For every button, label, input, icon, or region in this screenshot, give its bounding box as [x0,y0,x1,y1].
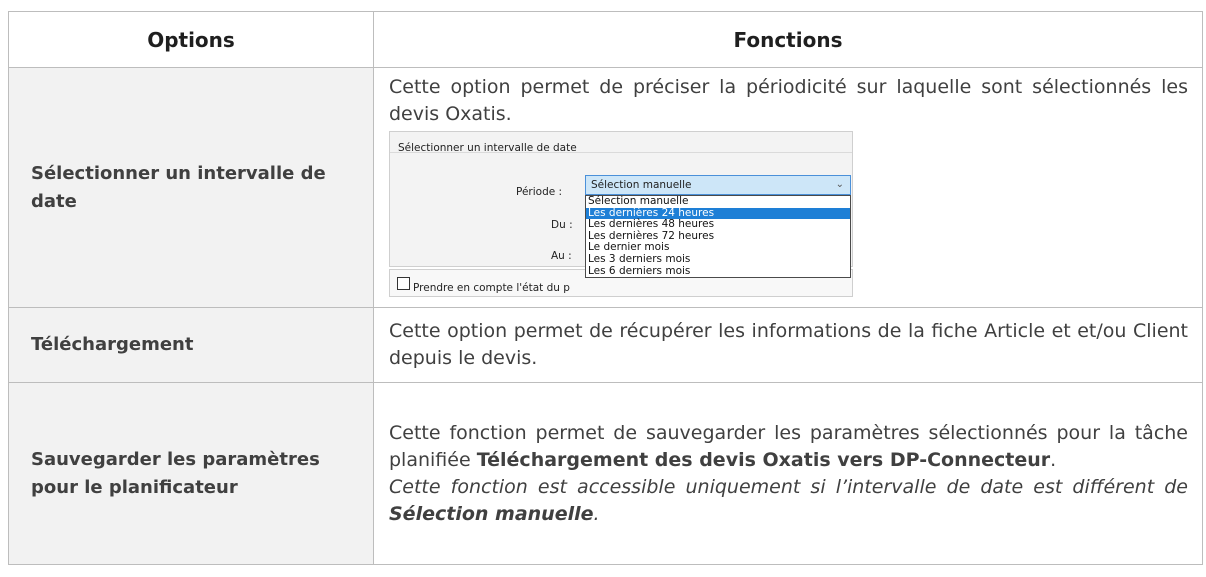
note-bold: Sélection manuelle [389,502,594,525]
note-part: . [593,502,600,525]
du-label: Du : [551,219,573,231]
options-table: Options Fonctions Sélectionner un interv… [8,11,1203,565]
periode-label: Période : [516,186,563,198]
header-options: Options [8,11,374,68]
divider [390,152,852,153]
date-interval-dialog: Sélectionner un intervalle de date Pério… [389,131,853,299]
description-text: Cette fonction permet de sauvegarder les… [389,420,1188,474]
periode-combobox[interactable]: Sélection manuelle ⌄ [585,175,851,195]
description-part: . [1050,448,1057,471]
option-cell: Sauvegarder les paramètres pour le plani… [8,382,374,565]
task-name: Téléchargement des devis Oxatis vers DP-… [476,448,1051,471]
dropdown-option[interactable]: Les 6 derniers mois [586,265,850,278]
option-cell: Sélectionner un intervalle de date [8,67,374,308]
description-cell: Cette option permet de récupérer les inf… [373,307,1203,383]
dropdown-option[interactable]: Sélection manuelle [586,195,850,208]
group-title: Sélectionner un intervalle de date [398,135,577,162]
description-text: Cette option permet de préciser la pério… [389,76,1188,125]
header-fonctions: Fonctions [373,11,1203,68]
table-row: Sélectionner un intervalle de date Cette… [8,67,1203,308]
note-text: Cette fonction est accessible uniquement… [389,474,1188,528]
periode-dropdown-list: Sélection manuelle Les dernières 24 heur… [585,195,851,279]
prendre-en-compte-checkbox[interactable] [397,277,410,290]
au-label: Au : [551,250,572,262]
option-cell: Téléchargement [8,307,374,383]
description-cell: Cette fonction permet de sauvegarder les… [373,382,1203,565]
table-row: Sauvegarder les paramètres pour le plani… [8,382,1203,565]
combo-value: Sélection manuelle [591,179,692,191]
checkbox-label: Prendre en compte l'état du p [413,282,570,294]
header-row: Options Fonctions [8,11,1203,68]
dropdown-option[interactable]: Les 3 derniers mois [586,253,850,266]
note-part: Cette fonction est accessible uniquement… [389,475,1188,498]
chevron-down-icon[interactable]: ⌄ [836,176,844,194]
document-page: Options Fonctions Sélectionner un interv… [0,0,1206,577]
table-row: Téléchargement Cette option permet de ré… [8,307,1203,383]
description-cell: Cette option permet de préciser la pério… [373,67,1203,308]
